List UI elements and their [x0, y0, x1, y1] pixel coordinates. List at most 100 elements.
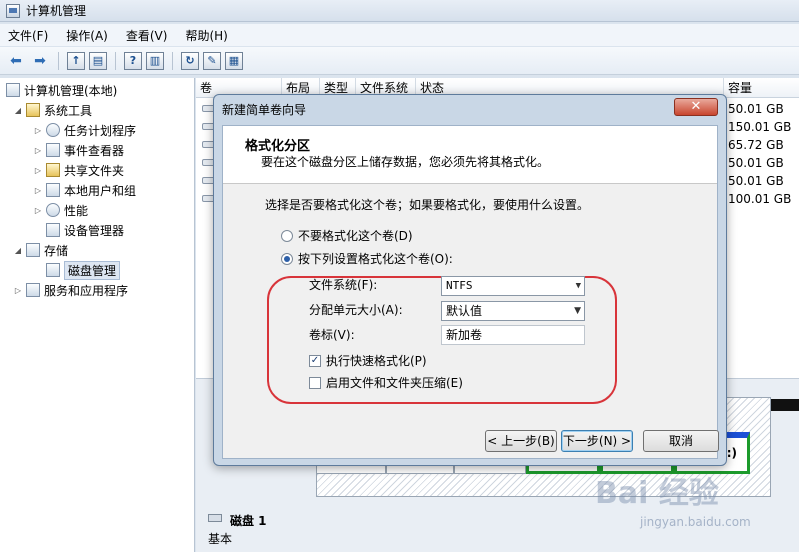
- refresh-icon[interactable]: ↻: [181, 51, 199, 70]
- baidu-watermark: Bai 经验: [595, 476, 719, 511]
- volume-capacity: 50.01 GB: [728, 174, 784, 188]
- collapse-triangle-icon[interactable]: ◢: [14, 106, 22, 115]
- tree-root[interactable]: 计算机管理(本地): [6, 80, 117, 100]
- services-icon: [26, 283, 40, 297]
- tree-local-users[interactable]: ▷ 本地用户和组: [34, 180, 136, 200]
- navigation-tree: 计算机管理(本地) ◢ 系统工具 ▷ 任务计划程序 ▷ 事件查看器 ▷ 共享文件…: [0, 78, 195, 552]
- radio-no-format-label: 不要格式化这个卷(D): [298, 229, 413, 243]
- tree-shared-folders-label: 共享文件夹: [64, 163, 125, 178]
- tree-root-label: 计算机管理(本地): [24, 83, 118, 98]
- tree-performance[interactable]: ▷ 性能: [34, 200, 88, 220]
- filesystem-select-value: NTFS: [446, 279, 473, 292]
- tree-local-users-label: 本地用户和组: [64, 183, 137, 198]
- filesystem-label: 文件系统(F):: [309, 278, 378, 292]
- tree-device-manager-label: 设备管理器: [64, 223, 125, 238]
- expand-triangle-icon[interactable]: ▷: [34, 166, 42, 175]
- window-title: 计算机管理: [26, 4, 87, 18]
- tree-disk-management[interactable]: 磁盘管理: [46, 260, 121, 280]
- up-folder-icon[interactable]: ↑: [67, 51, 85, 70]
- volume-capacity: 50.01 GB: [728, 156, 784, 170]
- tree-shared-folders[interactable]: ▷ 共享文件夹: [34, 160, 124, 180]
- hard-disk-icon: [208, 514, 222, 522]
- disk-1-info[interactable]: 磁盘 1 基本: [196, 506, 311, 552]
- disk-type: 基本: [208, 532, 233, 546]
- tree-event-viewer-label: 事件查看器: [64, 143, 125, 158]
- allocation-unit-label: 分配单元大小(A):: [309, 303, 403, 317]
- users-icon: [46, 183, 60, 197]
- expand-triangle-icon[interactable]: ▷: [34, 146, 42, 155]
- quick-format-label: 执行快速格式化(P): [326, 354, 427, 368]
- format-question: 选择是否要格式化这个卷；如果要格式化，要使用什么设置。: [265, 198, 590, 212]
- tree-system-tools-label: 系统工具: [44, 103, 93, 118]
- dropdown-arrow-icon[interactable]: ▼: [574, 302, 581, 320]
- new-simple-volume-wizard: 新建简单卷向导 ✕ 格式化分区 要在这个磁盘分区上储存数据，您必须先将其格式化。…: [213, 94, 727, 466]
- dialog-body: 格式化分区 要在这个磁盘分区上储存数据，您必须先将其格式化。 选择是否要格式化这…: [222, 125, 719, 459]
- collapse-triangle-icon[interactable]: ◢: [14, 246, 22, 255]
- allocation-unit-select[interactable]: 默认值 ▼: [441, 301, 585, 321]
- expand-triangle-icon[interactable]: ▷: [34, 206, 42, 215]
- radio-no-format-dot[interactable]: [281, 229, 293, 242]
- tree-storage[interactable]: ◢ 存储: [14, 240, 68, 260]
- back-button[interactable]: < 上一步(B): [485, 430, 557, 452]
- tree-storage-label: 存储: [44, 243, 69, 258]
- volume-capacity: 65.72 GB: [728, 138, 784, 152]
- tree-event-viewer[interactable]: ▷ 事件查看器: [34, 140, 124, 160]
- radio-format-dot[interactable]: [281, 252, 293, 265]
- performance-icon: [46, 203, 60, 217]
- quick-format-check-icon[interactable]: ✓: [309, 354, 321, 367]
- compression-checkbox[interactable]: 启用文件和文件夹压缩(E): [309, 374, 463, 391]
- menu-help[interactable]: 帮助(H): [185, 27, 227, 44]
- volume-capacity: 100.01 GB: [728, 192, 792, 206]
- close-button[interactable]: ✕: [674, 98, 718, 116]
- toolbar-divider: [172, 51, 173, 70]
- volume-label-input[interactable]: 新加卷: [441, 325, 585, 345]
- disk-icon[interactable]: ▦: [225, 51, 243, 70]
- title-bar: 计算机管理: [0, 0, 799, 22]
- expand-triangle-icon[interactable]: ▷: [14, 286, 22, 295]
- action-pane-icon[interactable]: ▥: [146, 51, 164, 70]
- help-icon[interactable]: ?: [124, 51, 142, 70]
- tree-services[interactable]: ▷ 服务和应用程序: [14, 280, 128, 300]
- tree-disk-management-label: 磁盘管理: [64, 260, 121, 280]
- disk-name: 磁盘 1: [230, 514, 267, 528]
- expand-triangle-icon[interactable]: ▷: [34, 126, 42, 135]
- disk-bar-black: [771, 399, 799, 411]
- tree-device-manager[interactable]: 设备管理器: [46, 220, 124, 240]
- toolbar-divider: [115, 51, 116, 70]
- tree-task-scheduler[interactable]: ▷ 任务计划程序: [34, 120, 136, 140]
- compression-label: 启用文件和文件夹压缩(E): [326, 376, 463, 390]
- back-arrow-icon[interactable]: ⬅: [6, 51, 26, 71]
- column-capacity[interactable]: 容量: [724, 78, 799, 98]
- tree-task-scheduler-label: 任务计划程序: [64, 123, 137, 138]
- shared-folder-icon: [46, 163, 60, 177]
- menu-file[interactable]: 文件(F): [8, 27, 48, 44]
- tree-performance-label: 性能: [64, 203, 89, 218]
- filesystem-select[interactable]: NTFS ▼: [441, 276, 585, 296]
- wizard-step-title: 格式化分区: [245, 139, 311, 154]
- computer-icon: [6, 83, 20, 97]
- next-button[interactable]: 下一步(N) >: [561, 430, 633, 452]
- expand-triangle-icon[interactable]: ▷: [34, 186, 42, 195]
- clock-icon: [46, 123, 60, 137]
- properties-icon[interactable]: ✎: [203, 51, 221, 70]
- tree-system-tools[interactable]: ◢ 系统工具: [14, 100, 92, 120]
- volume-capacity: 50.01 GB: [728, 102, 784, 116]
- tree-services-label: 服务和应用程序: [44, 283, 129, 298]
- radio-format[interactable]: 按下列设置格式化这个卷(O):: [281, 250, 453, 267]
- menu-action[interactable]: 操作(A): [66, 27, 108, 44]
- dialog-title: 新建简单卷向导: [222, 103, 307, 117]
- show-hide-tree-icon[interactable]: ▤: [89, 51, 107, 70]
- quick-format-checkbox[interactable]: ✓ 执行快速格式化(P): [309, 352, 427, 369]
- baidu-watermark-url: jingyan.baidu.com: [640, 515, 751, 529]
- computer-management-icon: [6, 3, 20, 18]
- radio-no-format[interactable]: 不要格式化这个卷(D): [281, 227, 413, 244]
- allocation-unit-select-value: 默认值: [446, 304, 483, 318]
- event-viewer-icon: [46, 143, 60, 157]
- cancel-button[interactable]: 取消: [643, 430, 719, 452]
- menu-bar: 文件(F) 操作(A) 查看(V) 帮助(H): [0, 24, 799, 46]
- menu-view[interactable]: 查看(V): [126, 27, 168, 44]
- compression-check-icon[interactable]: [309, 376, 321, 389]
- forward-arrow-icon[interactable]: ➡: [30, 51, 50, 71]
- wizard-header: 格式化分区 要在这个磁盘分区上储存数据，您必须先将其格式化。: [223, 126, 717, 184]
- dropdown-arrow-icon[interactable]: ▼: [576, 277, 581, 295]
